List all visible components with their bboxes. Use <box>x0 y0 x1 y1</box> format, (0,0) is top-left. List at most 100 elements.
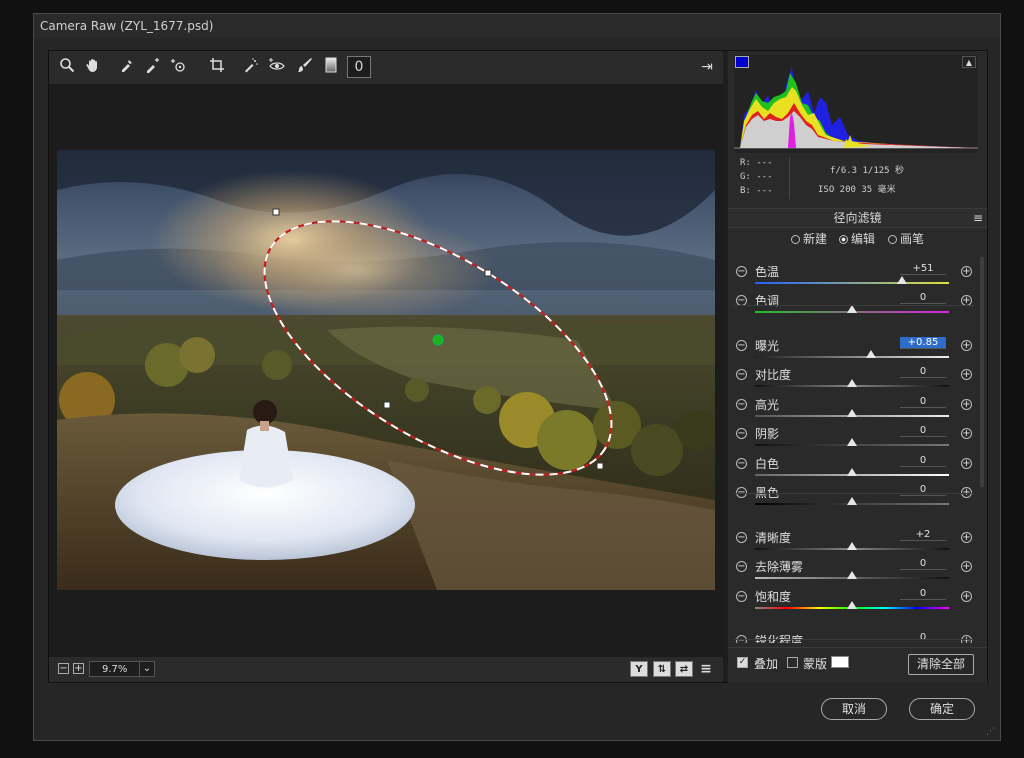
copy-settings-button[interactable]: ⇄ <box>675 661 693 677</box>
ok-button[interactable]: 确定 <box>909 698 975 720</box>
window-title: Camera Raw (ZYL_1677.psd) <box>34 14 1000 38</box>
zoom-in-button[interactable]: + <box>73 663 84 674</box>
decrease-icon[interactable]: − <box>736 591 747 602</box>
decrease-icon[interactable]: − <box>736 266 747 277</box>
slider-value-field[interactable]: 0 <box>900 558 946 570</box>
slider-value-field[interactable]: 0 <box>900 484 946 496</box>
radial-center-pin[interactable] <box>432 334 444 346</box>
before-after-view-button[interactable]: Y <box>630 661 648 677</box>
radio-button-icon <box>888 235 897 244</box>
radial-filter-icon[interactable]: 0 <box>347 56 371 78</box>
slider-thumb[interactable] <box>847 497 857 505</box>
panel-menu-icon[interactable]: ≡ <box>973 209 983 227</box>
panel-scrollbar[interactable] <box>979 247 985 637</box>
photo-preview[interactable] <box>57 150 715 590</box>
rgb-readout-r: R: --- <box>740 158 773 168</box>
mode-radio-0[interactable]: 新建 <box>791 231 827 247</box>
zoom-level-select[interactable]: 9.7% ⌄ <box>89 661 155 677</box>
hand-tool-icon[interactable] <box>83 57 103 77</box>
slider-value-field[interactable]: 0 <box>900 455 946 467</box>
camera-raw-dialog: Camera Raw (ZYL_1677.psd) 0 ⇥ − + 9.7% ⌄… <box>33 13 1001 741</box>
resize-grip-icon[interactable]: ⋰ <box>986 727 996 737</box>
slider-thumb[interactable] <box>866 350 877 358</box>
increase-icon[interactable]: + <box>961 532 972 543</box>
increase-icon[interactable]: + <box>961 399 972 410</box>
rgb-readout-g: G: --- <box>740 172 773 182</box>
overlay-checkbox[interactable]: ✓ <box>737 657 748 668</box>
slider-row: −黑色0+ <box>728 483 978 513</box>
white-balance-icon[interactable] <box>117 57 137 77</box>
radial-handle-left[interactable] <box>383 401 391 409</box>
clear-all-button[interactable]: 清除全部 <box>908 654 974 675</box>
slider-track[interactable] <box>755 356 949 358</box>
radial-handle-top[interactable] <box>272 208 280 216</box>
slider-value-field[interactable]: +2 <box>900 529 946 541</box>
decrease-icon[interactable]: − <box>736 428 747 439</box>
slider-value-field[interactable]: 0 <box>900 632 946 643</box>
radial-filter-overlay[interactable] <box>57 150 715 590</box>
color-sampler-icon[interactable] <box>143 57 163 77</box>
slider-value-field[interactable]: 0 <box>900 425 946 437</box>
red-eye-icon[interactable] <box>267 57 287 77</box>
cancel-button[interactable]: 取消 <box>821 698 887 720</box>
radio-button-icon <box>839 235 848 244</box>
radial-handle-right[interactable] <box>484 269 492 277</box>
slider-value-field[interactable]: +51 <box>900 263 946 275</box>
increase-icon[interactable]: + <box>961 369 972 380</box>
decrease-icon[interactable]: − <box>736 458 747 469</box>
slider-thumb[interactable] <box>847 305 857 313</box>
decrease-icon[interactable]: − <box>736 561 747 572</box>
decrease-icon[interactable]: − <box>736 369 747 380</box>
slider-thumb[interactable] <box>897 276 908 284</box>
slider-value-field[interactable]: 0 <box>900 292 946 304</box>
slider-thumb[interactable] <box>847 468 857 476</box>
slider-track[interactable] <box>755 282 949 284</box>
adjustments-panel: ▲ R: --- G: --- B: --- f/6.3 1/125 秒 ISO… <box>728 51 987 683</box>
increase-icon[interactable]: + <box>961 591 972 602</box>
slider-value-field[interactable]: 0 <box>900 366 946 378</box>
swap-settings-button[interactable]: ⇅ <box>653 661 671 677</box>
graduated-filter-icon[interactable] <box>321 57 341 77</box>
panel-title-text: 径向滤镜 <box>833 211 882 225</box>
mode-radio-label: 新建 <box>803 232 828 246</box>
slider-thumb[interactable] <box>847 571 857 579</box>
crop-icon[interactable] <box>207 57 227 77</box>
mode-radio-1[interactable]: 编辑 <box>839 231 875 247</box>
slider-thumb[interactable] <box>847 379 857 387</box>
slider-row: − 色调 0 + <box>728 291 978 321</box>
scrollbar-thumb[interactable] <box>980 257 984 487</box>
slider-thumb[interactable] <box>847 438 857 446</box>
increase-icon[interactable]: + <box>961 458 972 469</box>
adjustment-brush-icon[interactable] <box>295 57 315 77</box>
slider-value-field[interactable]: +0.85 <box>900 337 946 349</box>
increase-icon[interactable]: + <box>961 340 972 351</box>
decrease-icon[interactable]: − <box>736 532 747 543</box>
increase-icon[interactable]: + <box>961 428 972 439</box>
panel-divider <box>734 493 974 494</box>
increase-icon[interactable]: + <box>961 266 972 277</box>
slider-thumb[interactable] <box>847 409 857 417</box>
spot-removal-icon[interactable] <box>241 57 261 77</box>
slider-value-field[interactable]: 0 <box>900 396 946 408</box>
decrease-icon[interactable]: − <box>736 399 747 410</box>
decrease-icon[interactable]: − <box>736 340 747 351</box>
mask-checkbox[interactable] <box>787 657 798 668</box>
view-bottombar: − + 9.7% ⌄ Y ⇅ ⇄ ≡ <box>49 657 723 682</box>
rgb-readout-b: B: --- <box>740 186 773 196</box>
slider-thumb[interactable] <box>847 601 857 609</box>
radial-handle-bottom[interactable] <box>596 462 604 470</box>
targeted-adjustment-icon[interactable] <box>169 57 189 77</box>
preview-canvas[interactable] <box>49 84 723 657</box>
open-preferences-icon[interactable]: ⇥ <box>697 57 717 77</box>
settings-toggle-icon[interactable]: ≡ <box>697 661 715 677</box>
slider-row: − 锐化程度 0 + <box>728 631 978 643</box>
slider-row: − 饱和度 0 + <box>728 587 978 617</box>
zoom-out-button[interactable]: − <box>58 663 69 674</box>
slider-value-field[interactable]: 0 <box>900 588 946 600</box>
zoom-tool-icon[interactable] <box>57 57 77 77</box>
increase-icon[interactable]: + <box>961 561 972 572</box>
mode-radio-2[interactable]: 画笔 <box>888 231 924 247</box>
slider-label: 清晰度 <box>755 531 792 545</box>
slider-thumb[interactable] <box>847 542 857 550</box>
mask-color-swatch[interactable] <box>831 656 849 668</box>
